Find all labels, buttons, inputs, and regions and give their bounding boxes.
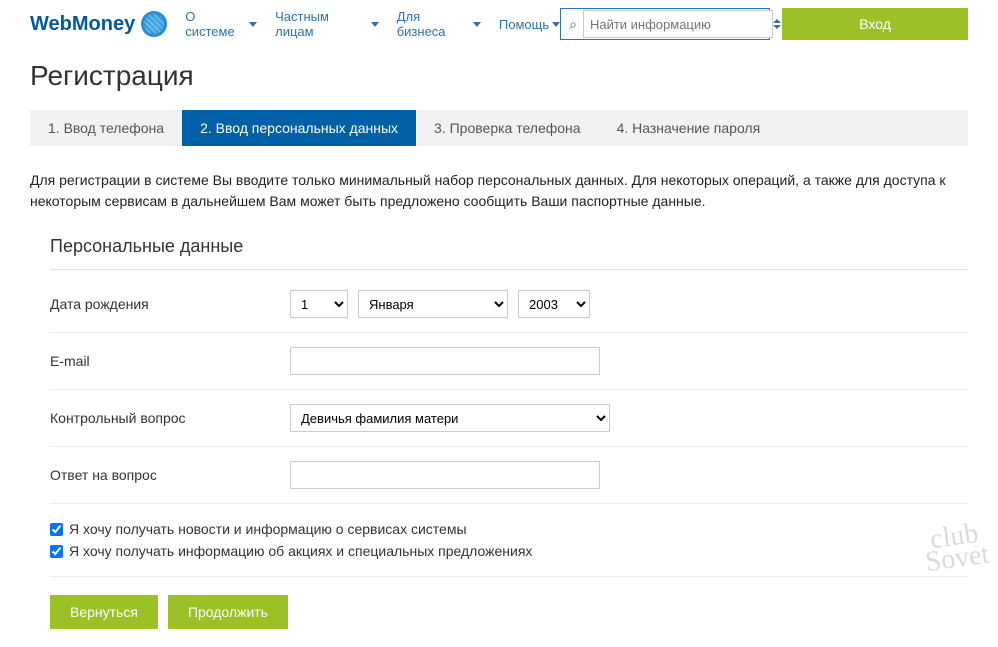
nav-label: Частным лицам [275,9,368,39]
continue-button[interactable]: Продолжить [168,595,288,629]
nav-label: Помощь [499,17,549,32]
step-3[interactable]: 3. Проверка телефона [416,110,599,146]
dob-label: Дата рождения [50,296,290,312]
chevron-down-icon [371,22,379,27]
dob-day-select[interactable]: 1 [290,290,348,318]
main-nav: О системе Частным лицам Для бизнеса Помо… [185,9,560,39]
nav-business[interactable]: Для бизнеса [397,9,481,39]
search-input[interactable] [583,10,773,38]
login-button[interactable]: Вход [782,8,968,40]
question-label: Контрольный вопрос [50,410,290,426]
nav-help[interactable]: Помощь [499,9,560,39]
check-promo-label: Я хочу получать информацию об акциях и с… [69,543,532,559]
check-news-box[interactable] [50,523,63,536]
chevron-down-icon [552,22,560,27]
nav-about[interactable]: О системе [185,9,257,39]
intro-text: Для регистрации в системе Вы вводите тол… [30,170,968,212]
chevron-down-icon [473,22,481,27]
step-1[interactable]: 1. Ввод телефона [30,110,182,146]
logo-text: WebMoney [30,13,135,36]
check-news[interactable]: Я хочу получать новости и информацию о с… [50,518,968,540]
email-label: E-mail [50,353,290,369]
nav-label: О системе [185,9,246,39]
form: Персональные данные Дата рождения 1 Янва… [30,236,968,647]
check-promo[interactable]: Я хочу получать информацию об акциях и с… [50,540,968,562]
row-dob: Дата рождения 1 Января 2003 [50,276,968,333]
nav-personal[interactable]: Частным лицам [275,9,379,39]
check-news-label: Я хочу получать новости и информацию о с… [69,521,467,537]
dob-month-select[interactable]: Января [358,290,508,318]
step-4[interactable]: 4. Назначение пароля [599,110,779,146]
page-title: Регистрация [30,60,968,92]
search-icon: ⌕ [569,16,577,33]
search-box[interactable]: ⌕ [560,8,770,40]
checkboxes: Я хочу получать новости и информацию о с… [50,504,968,577]
nav-label: Для бизнеса [397,9,470,39]
updown-icon[interactable] [773,19,781,29]
row-question: Контрольный вопрос Девичья фамилия матер… [50,390,968,447]
wizard-steps: 1. Ввод телефона 2. Ввод персональных да… [30,110,968,146]
form-title: Персональные данные [50,236,968,270]
header: WebMoney О системе Частным лицам Для биз… [0,0,998,52]
logo[interactable]: WebMoney [30,11,167,37]
row-answer: Ответ на вопрос [50,447,968,504]
back-button[interactable]: Вернуться [50,595,158,629]
chevron-down-icon [249,22,257,27]
email-input[interactable] [290,347,600,375]
globe-icon [141,11,167,37]
check-promo-box[interactable] [50,545,63,558]
answer-input[interactable] [290,461,600,489]
row-email: E-mail [50,333,968,390]
question-select[interactable]: Девичья фамилия матери [290,404,610,432]
button-row: Вернуться Продолжить [50,577,968,647]
dob-year-select[interactable]: 2003 [518,290,590,318]
step-2[interactable]: 2. Ввод персональных данных [182,110,416,146]
answer-label: Ответ на вопрос [50,467,290,483]
